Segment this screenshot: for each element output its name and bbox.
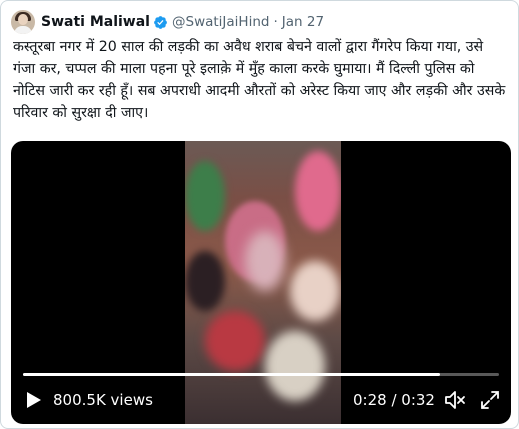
- separator-dot: ·: [273, 14, 278, 30]
- tweet-date[interactable]: Jan 27: [282, 14, 324, 30]
- video-player[interactable]: 800.5K views 0:28 / 0:32: [11, 141, 511, 424]
- author-handle[interactable]: @SwatiJaiHind: [172, 14, 269, 30]
- video-frame: [185, 141, 341, 424]
- tweet-text: कस्तूरबा नगर में 20 साल की लड़की का अवैध…: [13, 39, 506, 121]
- tweet-card[interactable]: Swati Maliwal @SwatiJaiHind · Jan 27 कस्…: [0, 0, 519, 429]
- verified-badge-icon: [154, 15, 167, 29]
- video-controls: 800.5K views 0:28 / 0:32: [11, 386, 511, 414]
- author-name[interactable]: Swati Maliwal: [41, 14, 150, 30]
- fullscreen-icon[interactable]: [479, 389, 501, 411]
- play-icon[interactable]: [23, 390, 43, 410]
- video-time: 0:28 / 0:32: [353, 391, 435, 409]
- volume-icon[interactable]: [443, 389, 467, 411]
- video-progress-fill: [23, 373, 440, 376]
- tweet-header: Swati Maliwal @SwatiJaiHind · Jan 27: [11, 9, 324, 35]
- video-progress-bar[interactable]: [23, 373, 499, 376]
- avatar[interactable]: [11, 10, 35, 34]
- view-count: 800.5K views: [53, 391, 153, 409]
